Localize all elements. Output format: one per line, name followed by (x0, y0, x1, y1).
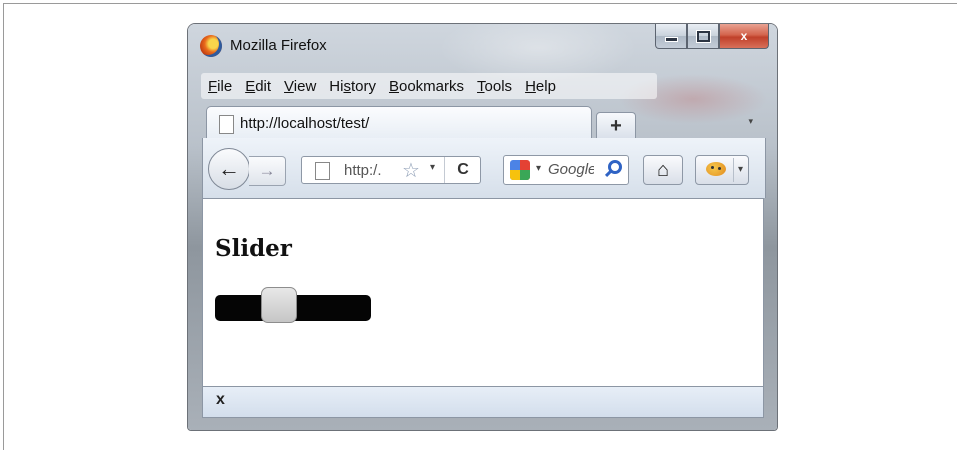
search-bar[interactable]: ▾ Google (503, 155, 629, 185)
minimize-icon (664, 36, 678, 42)
addon-divider (733, 158, 734, 182)
find-bar: x (202, 386, 764, 418)
find-bar-close-button[interactable]: x (216, 391, 225, 409)
window-title: Mozilla Firefox (230, 37, 327, 54)
menu-accelerator: s (343, 77, 351, 95)
menu-item[interactable]: View (277, 78, 322, 95)
menu-label-rest: ools (484, 77, 513, 95)
menu-label-rest: iew (293, 77, 317, 95)
slider-track[interactable] (215, 287, 371, 323)
tab-title: http://localhost/test/ (240, 115, 370, 132)
url-bar[interactable]: http:/. ☆ ▾ C (301, 156, 481, 184)
title-bar: Mozilla Firefox x (188, 24, 777, 58)
search-icon[interactable] (608, 160, 622, 174)
menu-label-prefix: Hi (329, 77, 344, 95)
google-icon[interactable] (510, 160, 530, 180)
menu-label-rest: elp (535, 77, 556, 95)
addon-button[interactable]: ▾ (695, 155, 749, 185)
forward-button[interactable]: → (249, 156, 286, 186)
menu-accelerator: V (284, 77, 294, 95)
menu-item[interactable]: History (322, 78, 382, 95)
close-button[interactable]: x (719, 24, 769, 49)
bookmark-star-icon[interactable]: ☆ (402, 158, 420, 183)
menu-label-rest: dit (255, 77, 272, 95)
search-placeholder[interactable]: Google (548, 161, 594, 178)
firebug-icon (706, 162, 726, 176)
url-history-dropdown[interactable]: ▾ (430, 162, 435, 173)
menu-item[interactable]: Help (518, 78, 562, 95)
search-engine-dropdown[interactable]: ▾ (536, 163, 541, 174)
tab-strip: http://localhost/test/ + ▾ (188, 104, 777, 139)
addon-dropdown[interactable]: ▾ (738, 164, 743, 175)
frame-border-top (3, 3, 957, 4)
home-button[interactable]: ⌂ (643, 155, 683, 185)
page-content: Slider (202, 198, 764, 386)
menu-accelerator: T (477, 77, 485, 95)
slider-thumb[interactable] (260, 287, 297, 323)
window-controls: x (655, 24, 769, 49)
browser-window: Mozilla Firefox x File Edit View History Boo… (188, 24, 777, 430)
menu-bar: File Edit View History Bookmarks Tools Help (201, 73, 657, 99)
menu-item[interactable]: File (201, 78, 238, 95)
reload-button[interactable]: C (444, 157, 481, 183)
menu-accelerator: F (208, 77, 218, 95)
page-heading: Slider (215, 235, 292, 262)
menu-label-rest: ile (217, 77, 233, 95)
navigation-toolbar: ← → http:/. ☆ ▾ C ▾ Google ⌂ ▾ (202, 138, 766, 198)
maximize-icon (695, 29, 711, 43)
back-button[interactable]: ← (208, 148, 250, 190)
menu-item[interactable]: Edit (238, 78, 277, 95)
minimize-button[interactable] (655, 24, 687, 49)
site-identity-icon[interactable] (315, 162, 330, 180)
menu-accelerator: H (525, 77, 536, 95)
url-text[interactable]: http:/. (344, 162, 382, 179)
menu-accelerator: E (245, 77, 256, 95)
maximize-button[interactable] (687, 24, 719, 49)
menu-accelerator: B (388, 77, 399, 95)
menu-label-rest: ookmarks (399, 77, 465, 95)
menu-item[interactable]: Tools (470, 78, 518, 95)
menu-item[interactable]: Bookmarks (382, 78, 470, 95)
firefox-logo-icon (200, 35, 222, 57)
new-tab-button[interactable]: + (596, 112, 636, 139)
frame-border-left (3, 3, 4, 450)
page-icon (219, 115, 234, 134)
menu-label-rest: tory (350, 77, 376, 95)
tab-active[interactable]: http://localhost/test/ (206, 106, 592, 139)
list-all-tabs-button[interactable]: ▾ (748, 116, 753, 127)
